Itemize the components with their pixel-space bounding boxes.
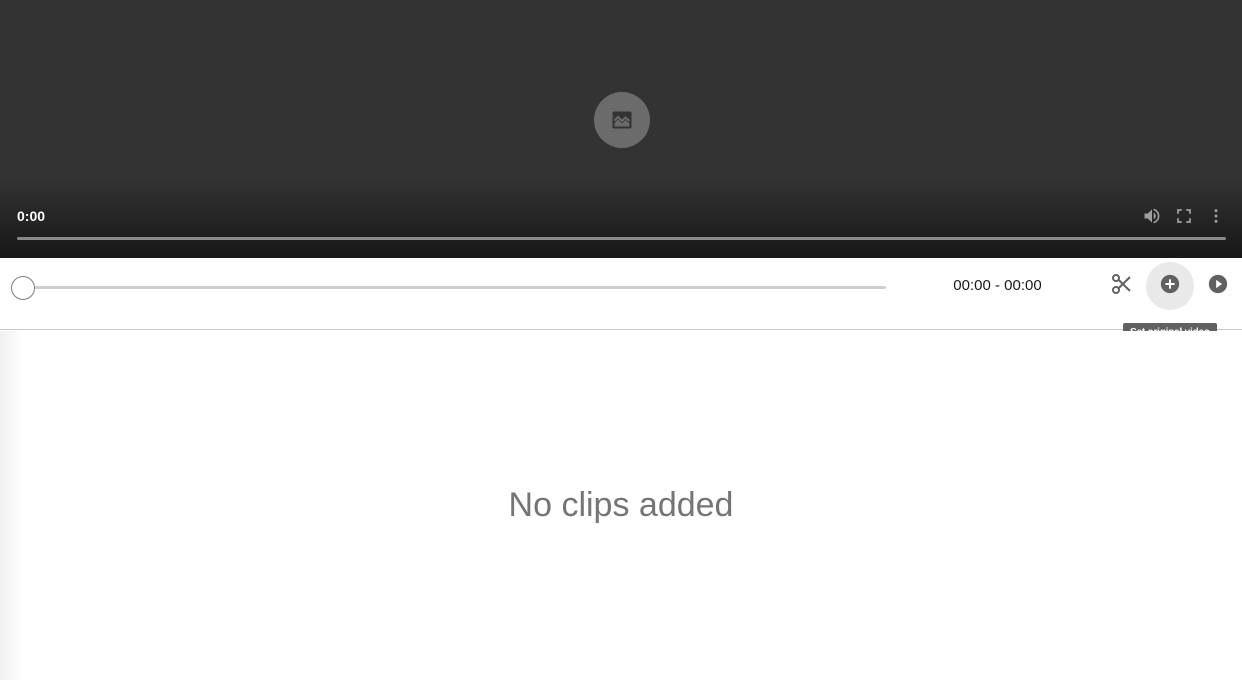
clips-list: No clips added [0, 331, 1242, 680]
trim-slider-handle[interactable] [11, 276, 35, 300]
video-player[interactable]: 0:00 [0, 0, 1242, 258]
time-range-label: 00:00 - 00:00 [953, 277, 1042, 294]
current-time: 0:00 [17, 208, 46, 224]
play-button[interactable] [1200, 268, 1236, 304]
trim-slider-track[interactable] [22, 286, 886, 289]
broken-media-icon [594, 92, 650, 148]
empty-clips-message: No clips added [508, 486, 734, 524]
volume-icon[interactable] [1141, 205, 1163, 227]
more-vert-icon[interactable] [1205, 205, 1227, 227]
cut-button[interactable] [1104, 268, 1140, 304]
fullscreen-icon[interactable] [1173, 205, 1195, 227]
playback-progress-bar[interactable] [17, 237, 1226, 240]
scissors-icon [1110, 272, 1134, 301]
add-circle-icon [1159, 273, 1181, 300]
player-controls-gradient [0, 178, 1242, 258]
set-original-video-button[interactable] [1146, 262, 1194, 310]
play-circle-icon [1207, 273, 1229, 300]
editor-toolbar: 00:00 - 00:00 [0, 258, 1242, 330]
